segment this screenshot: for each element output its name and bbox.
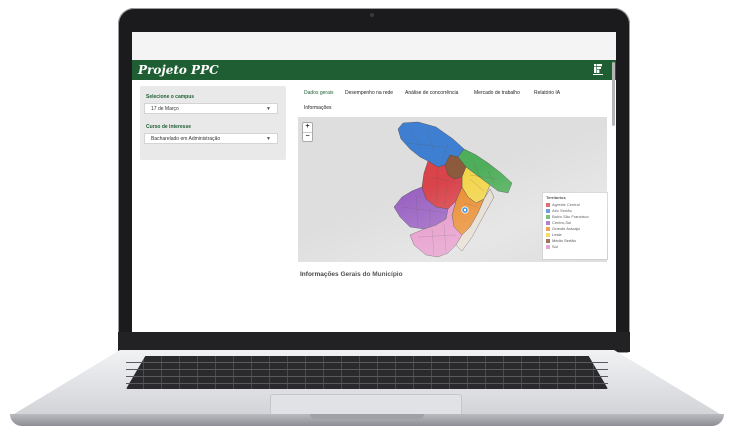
laptop-notch — [310, 414, 424, 419]
tab-desempenho[interactable]: Desempenho na rede — [345, 90, 393, 96]
tab-mercado[interactable]: Mercado de trabalho — [474, 90, 520, 96]
legend-title: Territorios — [546, 195, 566, 200]
legend-item: Leste — [546, 232, 562, 237]
legend-label: Alto Sertão — [552, 208, 572, 213]
campus-select-value: 17 de Março — [151, 106, 179, 112]
campus-select[interactable]: 17 de Março ▼ — [144, 103, 278, 114]
campus-label: Selecione o campus — [146, 94, 195, 100]
legend-swatch — [546, 232, 550, 237]
legend-item: Sul — [546, 244, 558, 249]
legend-item: Baixo São Francisco — [546, 214, 589, 219]
map-legend: Territorios Agreste Central Alto Sertão … — [542, 192, 608, 260]
legend-swatch — [546, 226, 550, 231]
course-select[interactable]: Bacharelado em Administração ▼ — [144, 133, 278, 144]
zoom-out-button[interactable]: − — [303, 132, 312, 142]
legend-swatch — [546, 202, 550, 207]
scrollbar[interactable] — [612, 62, 615, 126]
legend-item: Agreste Central — [546, 202, 580, 207]
legend-item: Médio Sertão — [546, 238, 576, 243]
zoom-control: + − — [302, 122, 313, 142]
legend-label: Grande Aracaju — [552, 226, 580, 231]
tab-dados-gerais[interactable]: Dados gerais — [304, 90, 333, 96]
laptop-bezel-bottom — [118, 332, 630, 352]
legend-swatch — [546, 208, 550, 213]
tab-concorrencia[interactable]: Análise de concorrência — [405, 90, 458, 96]
legend-label: Baixo São Francisco — [552, 214, 589, 219]
legend-label: Agreste Central — [552, 202, 580, 207]
top-bar — [132, 32, 616, 60]
legend-item: Centro-Sul — [546, 220, 571, 225]
keyboard — [126, 356, 608, 389]
section-title: Informações Gerais do Município — [300, 271, 403, 278]
keyboard-row — [126, 376, 608, 377]
tab-informacoes[interactable]: Informações — [304, 105, 332, 111]
legend-label: Centro-Sul — [552, 220, 572, 225]
camera-icon — [370, 13, 374, 17]
keyboard-row — [126, 383, 608, 384]
location-marker-icon[interactable] — [461, 206, 469, 214]
legend-swatch — [546, 214, 550, 219]
legend-swatch — [546, 238, 550, 243]
institution-logo-icon — [593, 64, 603, 75]
legend-label: Sul — [552, 244, 558, 249]
legend-swatch — [546, 244, 550, 249]
chevron-down-icon: ▼ — [266, 136, 271, 142]
legend-swatch — [546, 220, 550, 225]
trackpad — [270, 394, 462, 416]
app-title: Projeto PPC — [138, 63, 219, 77]
tab-relatorio[interactable]: Relatório IA — [534, 90, 560, 96]
legend-item: Grande Aracaju — [546, 226, 580, 231]
course-select-value: Bacharelado em Administração — [151, 136, 221, 142]
app-screen: Projeto PPC Selecione o campus 17 de Mar… — [132, 32, 616, 332]
chevron-down-icon: ▼ — [266, 106, 271, 112]
legend-label: Leste — [552, 232, 562, 237]
legend-label: Médio Sertão — [552, 238, 576, 243]
course-label: Curso de interesse — [146, 124, 192, 130]
keyboard-row — [126, 369, 608, 370]
keyboard-row — [126, 362, 608, 363]
zoom-in-button[interactable]: + — [303, 123, 312, 132]
legend-item: Alto Sertão — [546, 208, 572, 213]
